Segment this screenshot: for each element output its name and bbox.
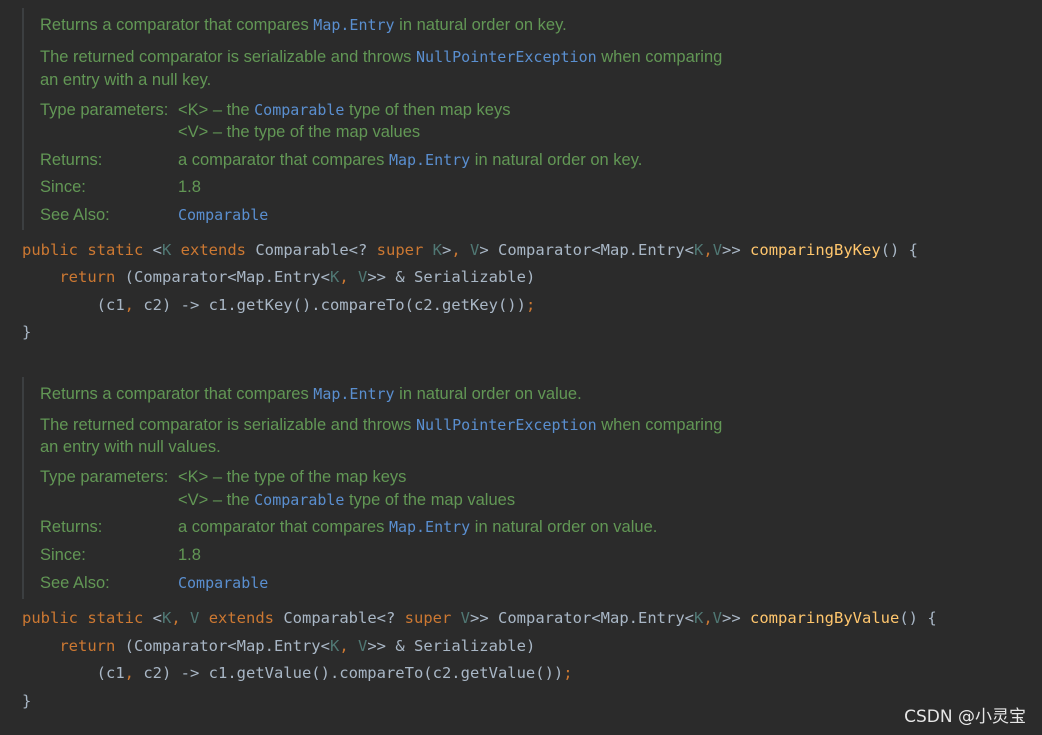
javadoc-comparing-by-value: Returns a comparator that compares Map.E…	[22, 377, 1024, 599]
javadoc-comparing-by-key: Returns a comparator that compares Map.E…	[22, 8, 1024, 230]
since-value: 1.8	[178, 178, 201, 196]
see-also-label: See Also:	[40, 574, 110, 592]
since-label: Since:	[40, 178, 86, 196]
doc-summary: Returns a comparator that compares Map.E…	[40, 16, 567, 34]
map-entry-link[interactable]: Map.Entry	[313, 16, 394, 34]
since-value: 1.8	[178, 546, 201, 564]
see-also-value: Comparable	[178, 204, 268, 226]
code-line-signature: public static <K extends Comparable<? su…	[22, 241, 919, 259]
comparable-link[interactable]: Comparable	[254, 101, 344, 119]
code-line-return: return (Comparator<Map.Entry<K, V>> & Se…	[59, 637, 536, 655]
code-editor[interactable]: Returns a comparator that compares Map.E…	[0, 0, 1042, 735]
type-param-v: <V> – the Comparable type of the map val…	[178, 491, 516, 509]
doc-description-cont: an entry with null values.	[40, 438, 221, 456]
doc-description: The returned comparator is serializable …	[40, 48, 723, 66]
code-line-lambda: (c1, c2) -> c1.getValue().compareTo(c2.g…	[96, 664, 573, 682]
see-also-label: See Also:	[40, 206, 110, 224]
type-param-v: <V> – the type of the map values	[178, 123, 421, 141]
comparable-link[interactable]: Comparable	[178, 206, 268, 224]
since-label: Since:	[40, 546, 86, 564]
returns-value: a comparator that compares Map.Entry in …	[178, 151, 643, 169]
returns-value: a comparator that compares Map.Entry in …	[178, 518, 658, 536]
doc-description-cont: an entry with a null key.	[40, 71, 212, 89]
method-name-comparingByValue[interactable]: comparingByValue	[750, 609, 899, 627]
csdn-watermark: CSDN @小灵宝	[904, 707, 1026, 727]
doc-description: The returned comparator is serializable …	[40, 416, 723, 434]
type-params-label: Type parameters:	[40, 101, 169, 119]
code-line-lambda: (c1, c2) -> c1.getKey().compareTo(c2.get…	[96, 296, 536, 314]
code-line-signature: public static <K, V extends Comparable<?…	[22, 609, 937, 627]
method-name-comparingByKey[interactable]: comparingByKey	[750, 241, 881, 259]
returns-label: Returns:	[40, 151, 103, 169]
type-param-k: <K> – the Comparable type of then map ke…	[178, 101, 511, 119]
npe-link[interactable]: NullPointerException	[416, 416, 597, 434]
comparable-link[interactable]: Comparable	[254, 491, 344, 509]
returns-label: Returns:	[40, 518, 103, 536]
doc-summary: Returns a comparator that compares Map.E…	[40, 385, 582, 403]
type-param-k: <K> – the type of the map keys	[178, 468, 407, 486]
comparable-link[interactable]: Comparable	[178, 574, 268, 592]
see-also-value: Comparable	[178, 572, 268, 594]
code-line-return: return (Comparator<Map.Entry<K, V>> & Se…	[59, 268, 536, 286]
code-line-close-brace: }	[22, 692, 32, 710]
code-line-close-brace: }	[22, 323, 32, 341]
type-params-label: Type parameters:	[40, 468, 169, 486]
map-entry-link[interactable]: Map.Entry	[389, 151, 470, 169]
map-entry-link[interactable]: Map.Entry	[313, 385, 394, 403]
npe-link[interactable]: NullPointerException	[416, 48, 597, 66]
map-entry-link[interactable]: Map.Entry	[389, 518, 470, 536]
